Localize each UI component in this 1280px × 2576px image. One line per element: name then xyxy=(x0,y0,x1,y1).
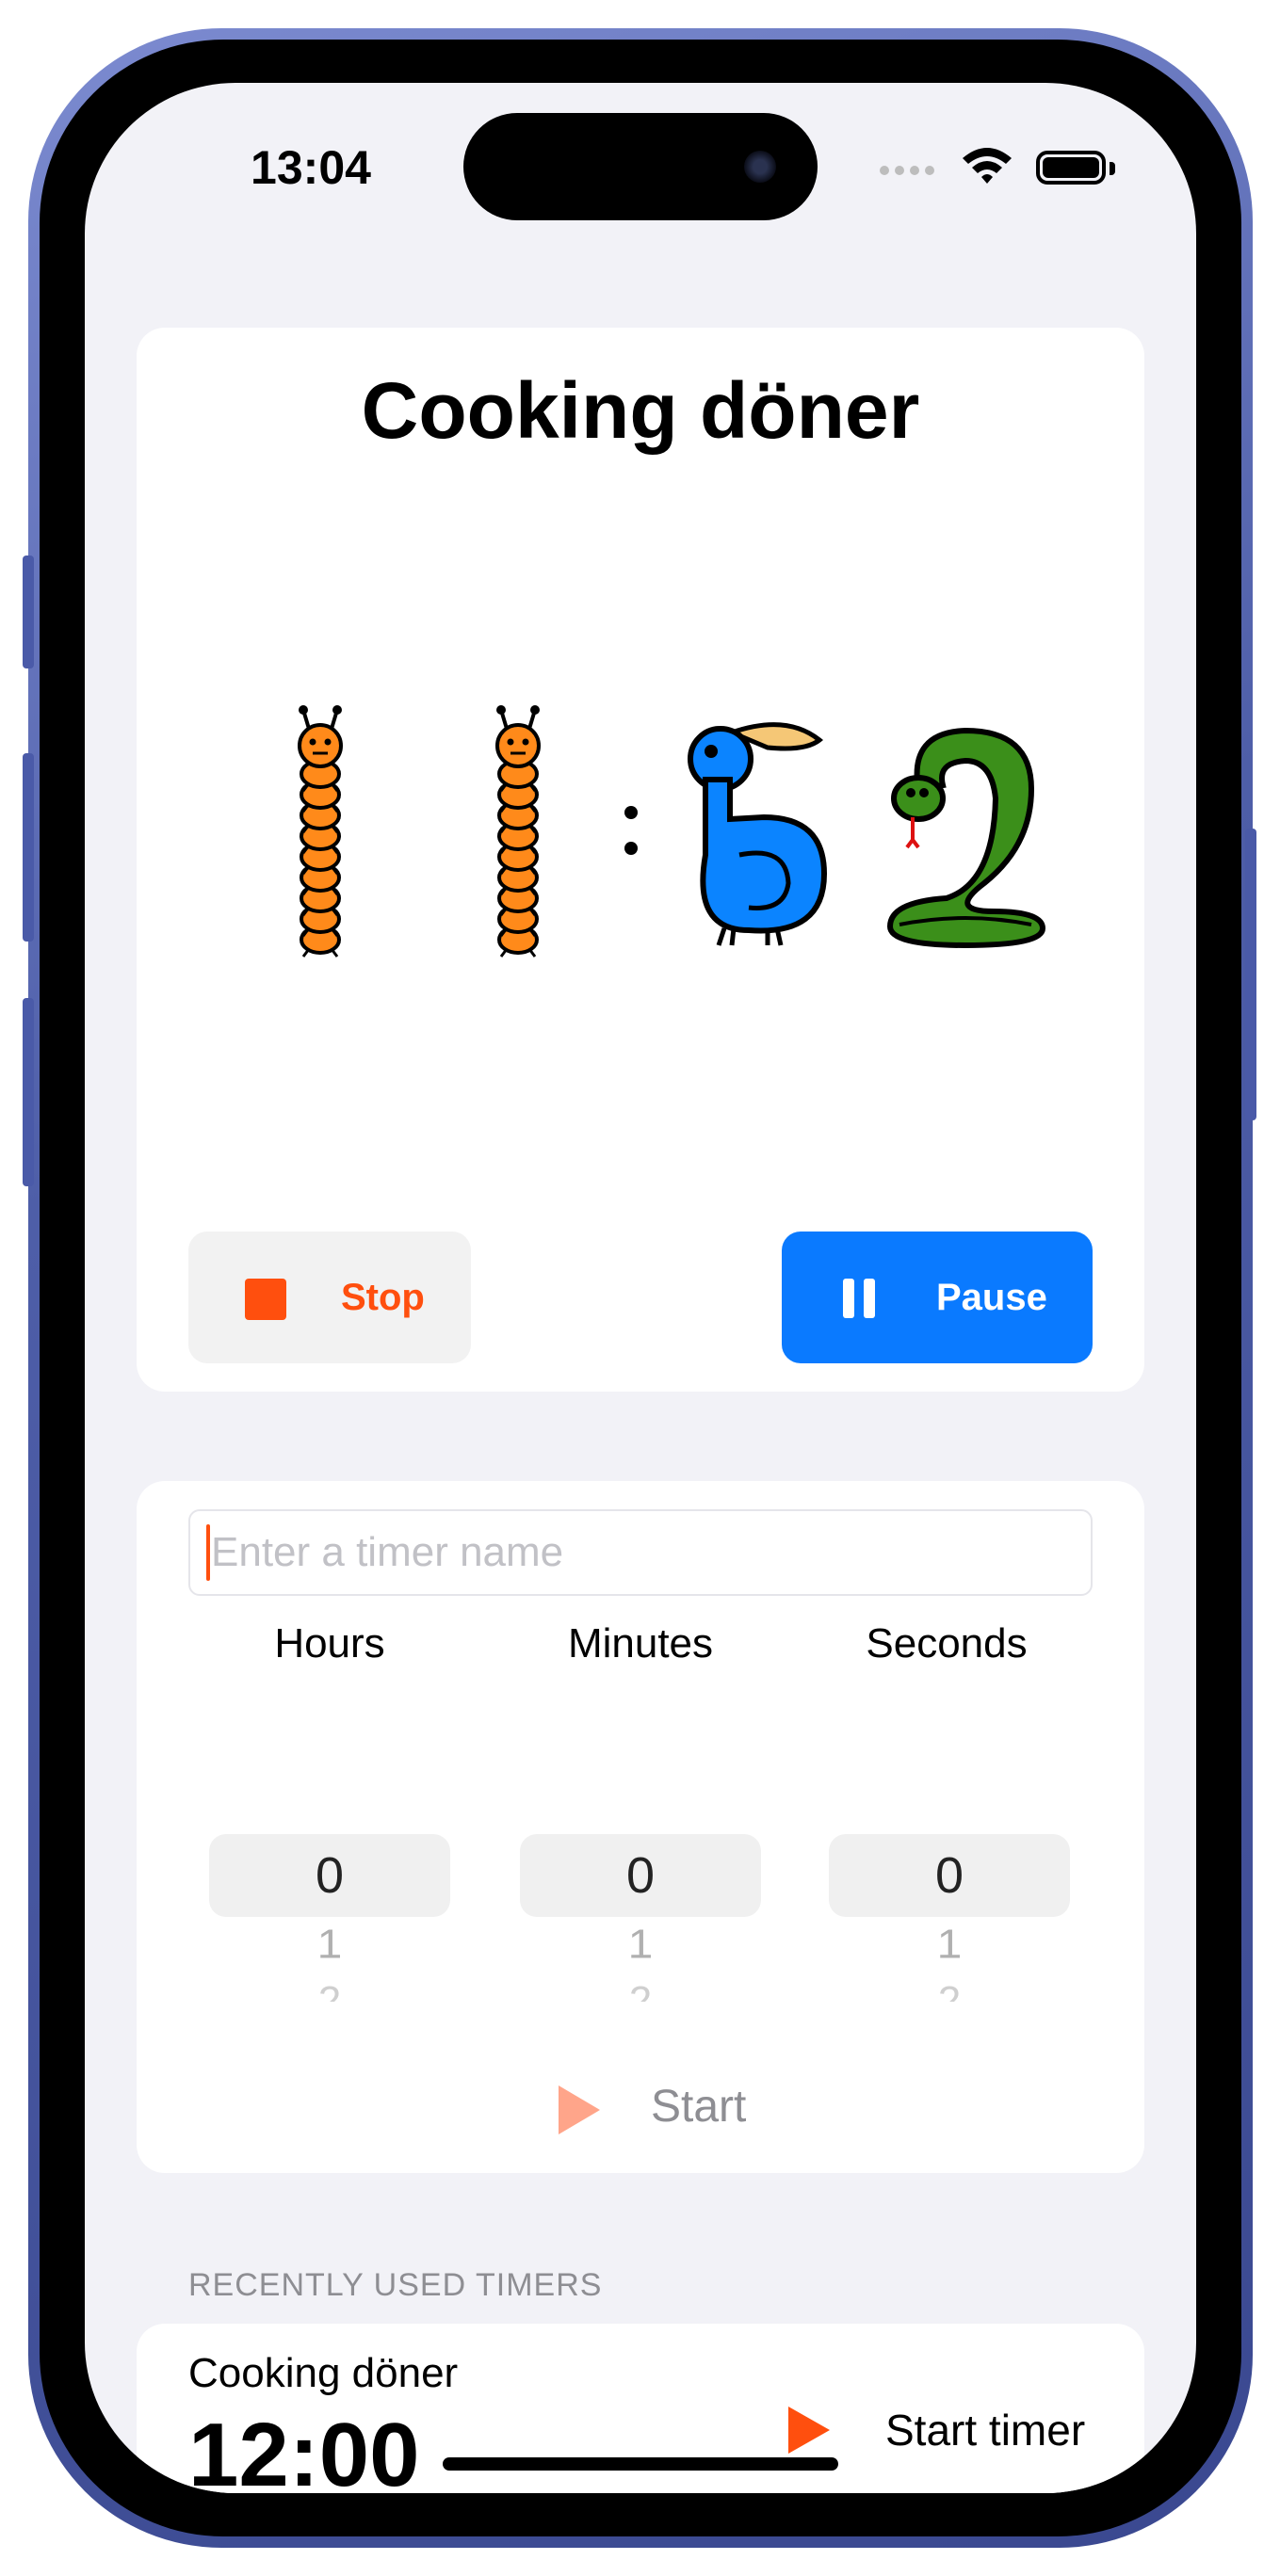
recent-timer-duration: 12:00 xyxy=(188,2405,420,2494)
wifi-icon xyxy=(963,148,1012,184)
colon-separator xyxy=(624,806,638,819)
picker-value: 2 xyxy=(937,1978,962,2002)
volume-up-button xyxy=(23,753,34,942)
dynamic-island xyxy=(463,113,818,220)
home-indicator[interactable] xyxy=(443,2457,838,2471)
power-button xyxy=(1245,829,1256,1120)
start-timer-button[interactable]: Start timer xyxy=(885,2401,1085,2459)
caterpillar-one-icon xyxy=(298,705,343,958)
seconds-picker[interactable]: 0 1 2 xyxy=(829,1834,1070,2022)
picker-value: 1 xyxy=(316,1922,343,1968)
hours-picker[interactable]: 0 1 2 xyxy=(209,1834,450,2022)
picker-value: 2 xyxy=(628,1978,653,2002)
timer-title: Cooking döner xyxy=(361,366,920,455)
status-icons xyxy=(867,139,1115,196)
picker-value: 1 xyxy=(936,1922,963,1968)
start-label: Start xyxy=(651,2082,747,2132)
signal-icon xyxy=(880,166,889,175)
recent-timers-header: RECENTLY USED TIMERS xyxy=(188,2267,603,2303)
bird-five-icon xyxy=(688,722,828,946)
text-cursor xyxy=(206,1524,210,1581)
camera-icon xyxy=(744,151,776,183)
pause-label: Pause xyxy=(936,1277,1047,1318)
minutes-label: Minutes xyxy=(567,1620,714,1666)
volume-down-button xyxy=(23,998,34,1186)
play-icon xyxy=(559,2085,600,2134)
new-timer-card: Hours Minutes Seconds 0 1 2 0 1 2 0 1 2 … xyxy=(137,1481,1144,2173)
screen: 13:04 Cooking döner Stop Pause Enter a t… xyxy=(85,83,1196,2493)
picker-value: 2 xyxy=(317,1978,342,2002)
picker-value: 0 xyxy=(934,1847,964,1904)
seconds-label: Seconds xyxy=(866,1620,1028,1666)
stop-icon xyxy=(245,1279,286,1320)
timer-name-input[interactable] xyxy=(188,1509,1093,1596)
stop-label: Stop xyxy=(341,1277,425,1318)
stop-button[interactable]: Stop xyxy=(188,1232,471,1363)
battery-icon xyxy=(1036,151,1106,185)
action-button xyxy=(23,555,34,668)
picker-value: 0 xyxy=(315,1847,345,1904)
recent-timer-name: Cooking döner xyxy=(188,2350,459,2396)
running-timer-card: Cooking döner Stop Pause xyxy=(137,328,1144,1392)
picker-value: 0 xyxy=(625,1847,656,1904)
picker-value: 1 xyxy=(627,1922,654,1968)
status-time: 13:04 xyxy=(251,141,371,194)
caterpillar-one-icon xyxy=(495,705,541,958)
hours-label: Hours xyxy=(274,1620,385,1666)
pause-button[interactable]: Pause xyxy=(782,1232,1093,1363)
minutes-picker[interactable]: 0 1 2 xyxy=(520,1834,761,2022)
snake-two-icon xyxy=(886,727,1046,949)
timer-display xyxy=(137,704,1144,968)
start-button[interactable]: Start xyxy=(137,2065,1144,2149)
play-icon[interactable] xyxy=(788,2407,830,2454)
